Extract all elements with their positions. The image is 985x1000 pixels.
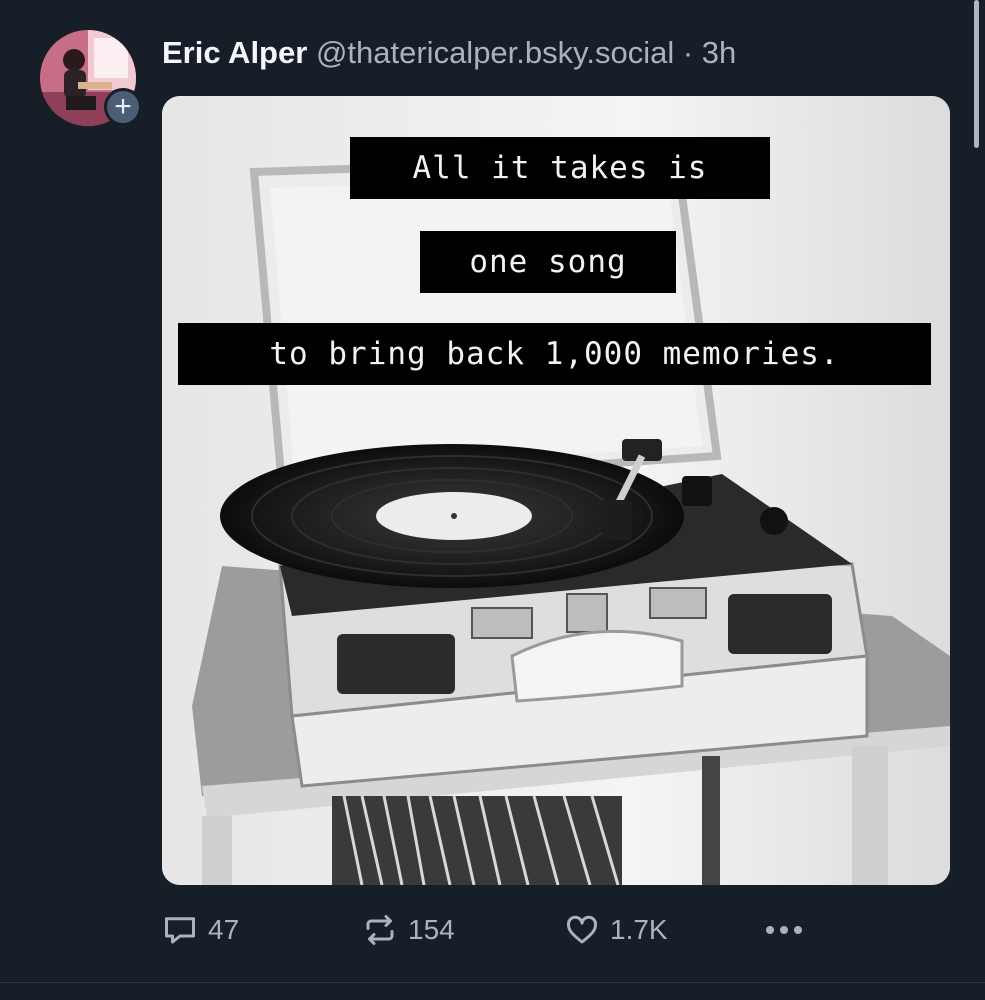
plus-icon: + <box>114 90 132 123</box>
record-player-image <box>162 96 950 885</box>
repost-icon <box>366 915 394 945</box>
repost-button[interactable]: 154 <box>362 908 455 952</box>
reply-count: 47 <box>208 914 240 945</box>
post-card[interactable]: + Eric Alper @thatericalper.bsky.social … <box>0 0 985 1000</box>
post-header: Eric Alper @thatericalper.bsky.social · … <box>162 33 736 73</box>
image-caption-line: one song <box>420 231 676 293</box>
more-icon <box>766 926 802 934</box>
follow-button[interactable]: + <box>104 88 142 126</box>
author-avatar-wrapper[interactable]: + <box>40 30 142 130</box>
image-caption-line: All it takes is <box>350 137 770 199</box>
heart-icon <box>566 915 598 944</box>
like-button[interactable]: 1.7K <box>564 908 668 952</box>
like-count: 1.7K <box>610 914 668 945</box>
more-options-button[interactable] <box>762 908 806 952</box>
post-image[interactable]: All it takes is one song to bring back 1… <box>162 96 950 885</box>
author-name[interactable]: Eric Alper <box>162 35 307 70</box>
author-handle[interactable]: @thatericalper.bsky.social <box>316 35 674 70</box>
repost-count: 154 <box>408 914 455 945</box>
separator-dot: · <box>682 35 694 70</box>
post-actions: 47 154 1.7K <box>162 908 950 952</box>
reply-icon <box>165 917 195 944</box>
image-caption-line: to bring back 1,000 memories. <box>178 323 931 385</box>
reply-button[interactable]: 47 <box>162 908 239 952</box>
scrollbar[interactable] <box>973 0 985 1000</box>
post-divider <box>0 982 985 983</box>
scrollbar-thumb[interactable] <box>974 0 979 148</box>
post-timestamp[interactable]: 3h <box>702 35 736 70</box>
